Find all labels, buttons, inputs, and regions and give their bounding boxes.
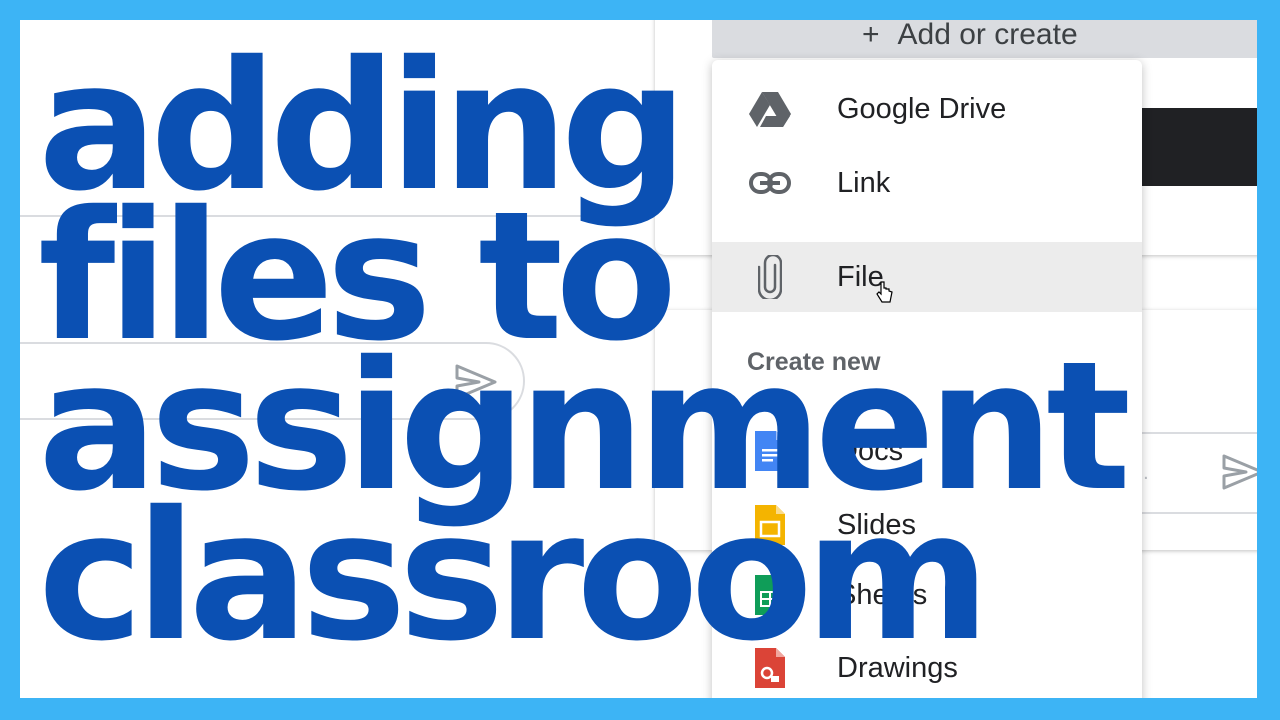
dark-banner (1140, 108, 1257, 186)
plus-icon: + (862, 20, 880, 51)
title-line: classroom (38, 473, 990, 680)
add-or-create-label: Add or create (897, 20, 1078, 51)
screenshot-frame: + Add or create ... Google Drive (20, 20, 1257, 698)
video-title-overlay: adding files to assignment classroom (38, 38, 1131, 680)
send-icon[interactable] (1220, 452, 1257, 492)
